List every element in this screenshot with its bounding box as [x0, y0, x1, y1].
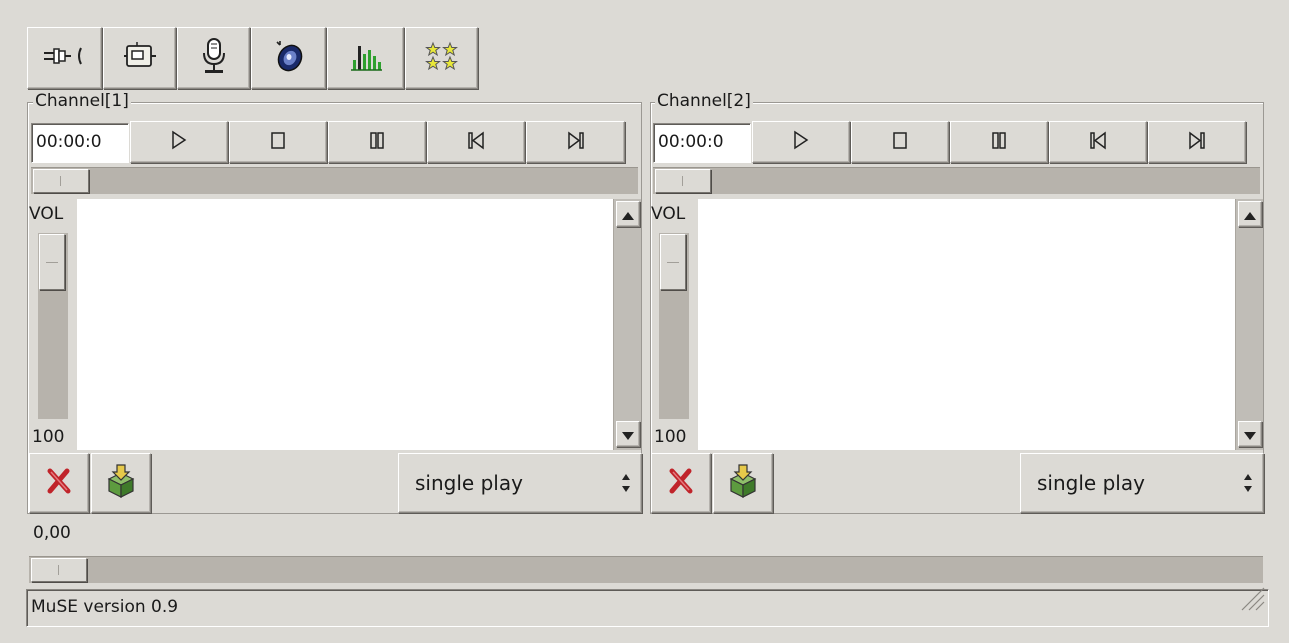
pause-icon: [991, 130, 1007, 154]
channel-1-remove-button[interactable]: [29, 453, 89, 513]
channel-1-load-button[interactable]: [91, 453, 151, 513]
channel-1-playmode-value: single play: [415, 471, 523, 495]
spin-arrows-icon: [1243, 472, 1253, 499]
channel-2-playlist-scrollbar[interactable]: [1235, 199, 1263, 450]
channel-2-previous-button[interactable]: [1049, 121, 1147, 163]
channel-1-stop-button[interactable]: [229, 121, 327, 163]
import-box-icon: [103, 463, 139, 503]
channel-1-time-display: 00:00:0: [31, 123, 129, 163]
microphone-icon: [199, 37, 229, 79]
channel-2-position-handle[interactable]: [655, 169, 711, 193]
channel-1-position-handle[interactable]: [33, 169, 89, 193]
bar-meter-icon: [349, 40, 383, 76]
channel-2-pause-button[interactable]: [950, 121, 1048, 163]
master-slider[interactable]: [29, 556, 1263, 583]
channel-1-playmode-select[interactable]: single play: [398, 453, 642, 513]
channel-2-position-slider[interactable]: [653, 167, 1260, 194]
spin-arrows-icon: [621, 472, 631, 499]
skip-back-icon: [467, 130, 485, 154]
channel-2-playmode-value: single play: [1037, 471, 1145, 495]
arrow-up-icon: [1244, 205, 1256, 224]
channel-1-volume-slider[interactable]: [38, 233, 68, 419]
stop-icon: [892, 130, 908, 154]
stars-icon: [424, 41, 459, 75]
channel-1-playlist[interactable]: [77, 199, 613, 450]
channel-1-scroll-down-button[interactable]: [616, 421, 640, 447]
channel-2-playmode-select[interactable]: single play: [1020, 453, 1264, 513]
channel-2-vol-value: 100: [654, 427, 687, 447]
channel-2-volume-handle[interactable]: [660, 234, 686, 290]
skip-back-icon: [1089, 130, 1107, 154]
network-card-icon: [123, 39, 157, 77]
master-slider-handle[interactable]: [31, 558, 87, 582]
channel-2-scroll-down-button[interactable]: [1238, 421, 1262, 447]
arrow-down-icon: [1244, 425, 1256, 444]
plug-icon: [42, 45, 88, 71]
channel-2-volume-slider[interactable]: [659, 233, 689, 419]
master-value-label: 0,00: [33, 523, 71, 543]
channel-1-playlist-scrollbar[interactable]: [613, 199, 641, 450]
channel-2-playlist[interactable]: [698, 199, 1235, 450]
channel-2-play-button[interactable]: [752, 121, 850, 163]
channel-1-pause-button[interactable]: [328, 121, 426, 163]
microphone-button[interactable]: [177, 27, 250, 89]
channel-2-title: Channel[2]: [655, 91, 753, 111]
channel-2-remove-button[interactable]: [651, 453, 711, 513]
play-icon: [171, 130, 187, 154]
speaker-icon: [271, 38, 307, 78]
delete-x-icon: [45, 467, 73, 499]
preferences-button[interactable]: [405, 27, 478, 89]
channel-1-title: Channel[1]: [33, 91, 131, 111]
channel-1-vol-value: 100: [32, 427, 65, 447]
channel-1-next-button[interactable]: [526, 121, 625, 163]
arrow-down-icon: [622, 425, 634, 444]
status-text: MuSE version 0.9: [31, 597, 179, 617]
channel-1-volume-handle[interactable]: [39, 234, 65, 290]
skip-forward-icon: [567, 130, 585, 154]
pause-icon: [369, 130, 385, 154]
resize-grip-icon[interactable]: [1238, 584, 1266, 624]
channel-2-scroll-up-button[interactable]: [1238, 201, 1262, 227]
connect-button[interactable]: [27, 27, 102, 89]
delete-x-icon: [667, 467, 695, 499]
speaker-button[interactable]: [251, 27, 326, 89]
channel-1-position-slider[interactable]: [31, 167, 638, 194]
stop-icon: [270, 130, 286, 154]
play-icon: [793, 130, 809, 154]
channel-1-play-button[interactable]: [130, 121, 228, 163]
channel-1-scroll-up-button[interactable]: [616, 201, 640, 227]
channel-1-previous-button[interactable]: [427, 121, 525, 163]
channel-2-vol-label: VOL: [651, 204, 686, 224]
channel-2-time-display: 00:00:0: [653, 123, 751, 163]
channel-2-stop-button[interactable]: [851, 121, 949, 163]
skip-forward-icon: [1188, 130, 1206, 154]
status-bar: MuSE version 0.9: [26, 587, 1269, 627]
channel-2-next-button[interactable]: [1148, 121, 1246, 163]
import-box-icon: [725, 463, 761, 503]
meter-button[interactable]: [327, 27, 404, 89]
channel-2-load-button[interactable]: [713, 453, 773, 513]
network-button[interactable]: [103, 27, 176, 89]
channel-1-vol-label: VOL: [29, 204, 64, 224]
arrow-up-icon: [622, 205, 634, 224]
